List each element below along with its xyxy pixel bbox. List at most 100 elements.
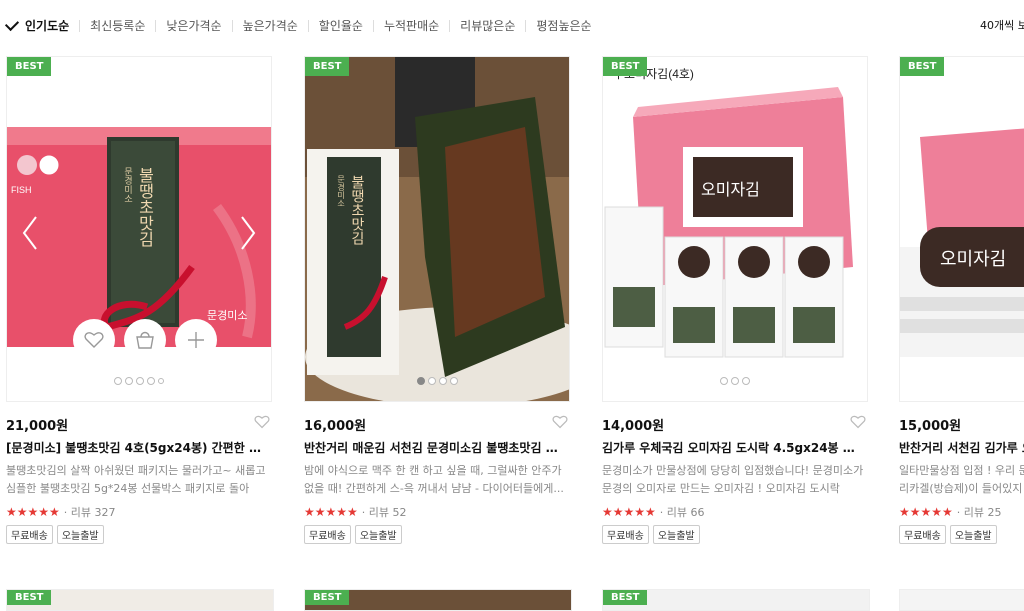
heart-icon[interactable] [552, 415, 568, 429]
product-image: 불땡초맛김 문경미소 [305, 57, 569, 401]
product-thumbnail[interactable]: BEST 오미자김 [899, 56, 1024, 402]
carousel-dots [603, 377, 867, 385]
product-title[interactable]: 김가루 우체국김 오미자김 도시락 4.5gx24봉 선물... [602, 439, 864, 456]
tag-today-ship: 오늘출발 [949, 525, 997, 544]
product-thumbnail[interactable]: BEST 불땡초맛김 문경미소 [304, 56, 570, 402]
basket-icon [136, 331, 154, 349]
product-card-next-row[interactable]: BEST [6, 589, 274, 611]
carousel-dots [7, 377, 271, 385]
star-rating: ★★★★★ [6, 505, 60, 519]
product-card[interactable]: BEST 불땡초맛김 문경미소 16,000원 반찬거리 매운김 서천김 문경미… [304, 56, 570, 544]
desc-line: 문경미소가 만물상점에 당당히 입점했습니다! 문경미소가 [602, 464, 864, 477]
product-title[interactable]: 반찬거리 서천김 김가루 오 [899, 439, 1024, 456]
sort-discount[interactable]: 할인율순 [319, 17, 363, 34]
carousel-dot[interactable] [438, 377, 447, 385]
best-badge: BEST [305, 590, 350, 605]
tag-list: 무료배송 오늘출발 [304, 525, 570, 544]
carousel-dot[interactable] [416, 377, 425, 385]
carousel-dots [305, 377, 569, 385]
next-arrow-icon[interactable] [239, 215, 257, 251]
sort-popular[interactable]: 인기도순 [4, 16, 69, 34]
check-icon [4, 16, 20, 31]
star-rating: ★★★★★ [602, 505, 656, 519]
best-badge: BEST [305, 57, 350, 76]
sort-high-price[interactable]: 높은가격순 [243, 17, 298, 34]
carousel-dot[interactable] [114, 377, 122, 385]
sort-reviews[interactable]: 리뷰많은순 [460, 17, 515, 34]
wishlist-button[interactable] [73, 319, 115, 361]
carousel-dot[interactable] [720, 377, 728, 385]
tag-today-ship: 오늘출발 [354, 525, 402, 544]
product-title[interactable]: 반찬거리 매운김 서천김 문경미소김 불땡초맛김 5g... [304, 439, 566, 456]
sort-newest[interactable]: 최신등록순 [90, 17, 145, 34]
divider [372, 19, 374, 32]
sort-bar: 인기도순 최신등록순 낮은가격순 높은가격순 할인율순 누적판매순 리뷰많은순 … [0, 0, 1024, 50]
desc-line: 리카겔(방습제)이 들어있지 [899, 482, 1023, 495]
package-subtext: 문경미소 [337, 175, 346, 207]
price-row: 15,000원 [899, 415, 1024, 434]
carousel-dot[interactable] [742, 377, 750, 385]
product-card-next-row[interactable]: BEST [602, 589, 870, 611]
tag-today-ship: 오늘출발 [652, 525, 700, 544]
heart-icon[interactable] [850, 415, 866, 429]
tag-free-shipping: 무료배송 [6, 525, 53, 544]
package-text: 불땡초맛김 [136, 167, 155, 247]
product-price: 14,000원 [602, 419, 665, 434]
product-card-next-row[interactable]: BEST [304, 589, 572, 611]
carousel-dot[interactable] [427, 377, 436, 385]
desc-line: 없을 때! 간편하게 스-윽 꺼내서 냠냠 - 다이어터들에게... [304, 482, 564, 495]
review-count: · 리뷰 327 [63, 506, 116, 519]
prev-arrow-icon[interactable] [21, 215, 39, 251]
package-subtext: 문경미소 [122, 167, 132, 203]
product-card[interactable]: BEST FISH 불땡초맛김 문경미소 문경미소 21,000원 [문경미소]… [6, 56, 272, 544]
per-page-select[interactable]: 40개씩 보 [980, 17, 1024, 33]
divider [155, 19, 157, 32]
tag-list: 무료배송 오늘출발 [602, 525, 868, 544]
product-thumbnail[interactable]: BEST 우오미자김(4호) 오미자김 [602, 56, 868, 402]
carousel-dot[interactable] [125, 377, 133, 385]
rating-row: ★★★★★ · 리뷰 25 [899, 504, 1024, 520]
product-thumbnail[interactable]: BEST FISH 불땡초맛김 문경미소 문경미소 [6, 56, 272, 402]
sort-low-price[interactable]: 낮은가격순 [166, 17, 221, 34]
product-description: 불땡초맛김의 살짝 아쉬웠던 패키지는 물러가고~ 새롭고 심플한 불땡초맛김 … [6, 462, 268, 498]
best-badge: BEST [603, 57, 648, 76]
quick-actions [73, 319, 217, 361]
carousel-dot[interactable] [147, 377, 155, 385]
desc-line: 문경의 오미자로 만드는 오미자김 ! 오미자김 도시락 24... [602, 482, 840, 495]
sort-sales[interactable]: 누적판매순 [384, 17, 439, 34]
product-description: 밤에 야식으로 맥주 한 캔 하고 싶을 때, 그럴싸한 안주가 없을 때! 간… [304, 462, 566, 498]
price-row: 16,000원 [304, 415, 570, 434]
price-row: 14,000원 [602, 415, 868, 434]
cart-button[interactable] [124, 319, 166, 361]
plus-icon [188, 332, 204, 348]
tag-today-ship: 오늘출발 [56, 525, 104, 544]
star-rating: ★★★★★ [304, 505, 358, 519]
review-count: · 리뷰 66 [659, 506, 705, 519]
carousel-dot[interactable] [158, 378, 164, 384]
sort-list: 인기도순 최신등록순 낮은가격순 높은가격순 할인율순 누적판매순 리뷰많은순 … [4, 16, 592, 34]
best-badge: BEST [900, 57, 945, 76]
product-image: 오미자김 [900, 57, 1024, 401]
add-button[interactable] [175, 319, 217, 361]
carousel-dot[interactable] [449, 377, 458, 385]
product-title[interactable]: [문경미소] 불땡초맛김 4호(5gx24봉) 간편한 밥반... [6, 439, 268, 456]
product-description: 일타만물상점 입점 ! 우리 문 리카겔(방습제)이 들어있지 [899, 462, 1024, 498]
carousel-dot[interactable] [731, 377, 739, 385]
carousel-dot[interactable] [136, 377, 144, 385]
product-card[interactable]: BEST 우오미자김(4호) 오미자김 14,000원 김가루 우체국김 오미자… [602, 56, 868, 544]
sort-rating[interactable]: 평점높은순 [536, 17, 591, 34]
star-rating: ★★★★★ [899, 505, 953, 519]
divider [449, 19, 451, 32]
divider [525, 19, 527, 32]
tag-free-shipping: 무료배송 [899, 525, 946, 544]
divider [307, 19, 309, 32]
best-badge: BEST [603, 590, 648, 605]
product-description: 문경미소가 만물상점에 당당히 입점했습니다! 문경미소가 문경의 오미자로 만… [602, 462, 864, 498]
heart-icon[interactable] [254, 415, 270, 429]
product-card[interactable]: BEST 오미자김 15,000원 반찬거리 서천김 김가루 오 일타만물상점 … [899, 56, 1024, 544]
tag-list: 무료배송 오늘출발 [6, 525, 272, 544]
desc-line: 일타만물상점 입점 ! 우리 문 [899, 464, 1024, 477]
price-row: 21,000원 [6, 415, 272, 434]
product-price: 21,000원 [6, 419, 69, 434]
product-card-next-row[interactable] [899, 589, 1024, 611]
